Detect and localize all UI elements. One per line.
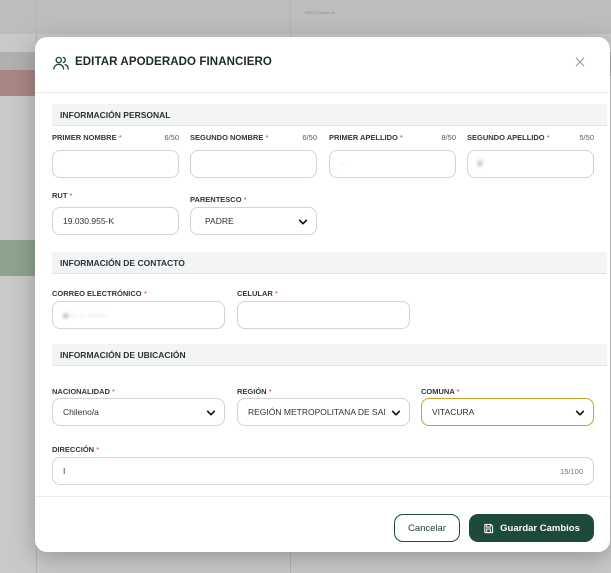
celular-input[interactable] <box>237 301 410 329</box>
background-alert <box>0 70 36 96</box>
region-select[interactable]: REGIÓN METROPOLITANA DE SAN <box>237 398 410 426</box>
direccion-value: I <box>63 466 66 476</box>
chevron-down-icon <box>391 410 401 416</box>
primer-apellido-label: PRIMER APELLIDO * <box>329 133 403 142</box>
segundo-nombre-label: SEGUNDO NOMBRE * <box>190 133 269 142</box>
celular-label: CELULAR * <box>237 289 278 298</box>
correo-label: CORREO ELECTRÓNICO * <box>52 289 147 298</box>
primer-nombre-counter: 6/50 <box>164 133 179 142</box>
section-contact-title: INFORMACIÓN DE CONTACTO <box>52 252 607 274</box>
segundo-apellido-counter: 5/50 <box>579 133 594 142</box>
comuna-label: COMUNA * <box>421 387 460 396</box>
edit-financial-guardian-modal: EDITAR APODERADO FINANCIERO INFORMACIÓN … <box>35 37 610 552</box>
section-personal-title: INFORMACIÓN PERSONAL <box>52 104 607 126</box>
primer-nombre-input[interactable] <box>52 150 179 178</box>
nacionalidad-select[interactable]: Chileno/a <box>52 398 225 426</box>
users-icon <box>53 56 69 70</box>
modal-body: INFORMACIÓN PERSONAL PRIMER NOMBRE * 6/5… <box>35 94 610 494</box>
region-value: REGIÓN METROPOLITANA DE SAN <box>248 407 385 417</box>
comuna-value: VITACURA <box>432 407 475 417</box>
primer-apellido-value: · <box>340 159 343 169</box>
modal-header: EDITAR APODERADO FINANCIERO <box>35 37 610 93</box>
modal-footer: Cancelar Guardar Cambios <box>35 496 610 552</box>
chevron-down-icon <box>575 410 585 416</box>
nacionalidad-value: Chileno/a <box>63 407 99 417</box>
correo-input[interactable]: a··· ·· ······· <box>52 301 225 329</box>
direccion-label: DIRECCIÓN * <box>52 445 100 454</box>
primer-apellido-counter: 8/50 <box>441 133 456 142</box>
modal-title: EDITAR APODERADO FINANCIERO <box>75 56 272 68</box>
background-header <box>0 0 611 34</box>
segundo-nombre-counter: 6/50 <box>302 133 317 142</box>
correo-value: a··· ·· ······· <box>63 310 107 320</box>
segundo-apellido-label: SEGUNDO APELLIDO * <box>467 133 550 142</box>
region-label: REGIÓN * <box>237 387 272 396</box>
chevron-down-icon <box>206 410 216 416</box>
parentesco-value: PADRE <box>205 216 234 226</box>
primer-nombre-label: PRIMER NOMBRE * <box>52 133 122 142</box>
save-changes-button[interactable]: Guardar Cambios <box>469 514 594 542</box>
rut-value: 19.030.955-K <box>63 216 115 226</box>
rut-label: RUT * <box>52 191 73 200</box>
cancel-button[interactable]: Cancelar <box>394 514 460 542</box>
direccion-input[interactable]: I 15/100 <box>52 457 594 485</box>
section-location-title: INFORMACIÓN DE UBICACIÓN <box>52 344 607 366</box>
save-icon <box>484 523 494 533</box>
primer-apellido-input[interactable]: · <box>329 150 456 178</box>
save-changes-label: Guardar Cambios <box>500 522 580 534</box>
background-header-text: PASO Residente <box>305 10 335 15</box>
segundo-nombre-input[interactable] <box>190 150 317 178</box>
segundo-apellido-input[interactable]: F <box>467 150 594 178</box>
nacionalidad-label: NACIONALIDAD * <box>52 387 115 396</box>
background-status <box>0 240 36 276</box>
segundo-apellido-value: F <box>478 159 484 169</box>
close-icon[interactable] <box>571 53 589 71</box>
parentesco-select[interactable]: PADRE <box>190 207 317 235</box>
parentesco-label: PARENTESCO * <box>190 195 247 204</box>
comuna-select[interactable]: VITACURA <box>421 398 594 426</box>
rut-input[interactable]: 19.030.955-K <box>52 207 179 235</box>
direccion-counter: 15/100 <box>560 467 583 476</box>
chevron-down-icon <box>298 219 308 225</box>
